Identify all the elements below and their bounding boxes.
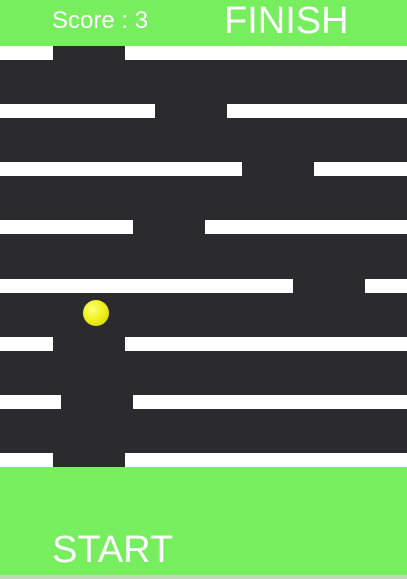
- score-label: Score : 3: [52, 7, 149, 34]
- maze-wall: [125, 453, 407, 467]
- maze-wall: [0, 279, 293, 293]
- finish-label: FINISH: [224, 0, 349, 42]
- maze-wall: [0, 453, 53, 467]
- maze-wall: [227, 104, 407, 118]
- maze-wall: [0, 220, 133, 234]
- maze-wall: [0, 162, 242, 176]
- maze-wall: [205, 220, 407, 234]
- player-ball[interactable]: [83, 300, 109, 326]
- maze-wall: [0, 395, 61, 409]
- maze-wall: [133, 395, 407, 409]
- maze-wall: [125, 46, 407, 60]
- maze-wall: [0, 104, 155, 118]
- maze-wall: [365, 279, 407, 293]
- start-label: START: [52, 529, 174, 571]
- game-screen: Score : 3 FINISH START: [0, 0, 407, 579]
- maze-wall: [0, 337, 53, 351]
- maze-wall: [125, 337, 407, 351]
- maze-wall: [0, 46, 53, 60]
- bottom-edge: [0, 575, 407, 579]
- maze-area: [0, 46, 407, 467]
- maze-wall: [314, 162, 407, 176]
